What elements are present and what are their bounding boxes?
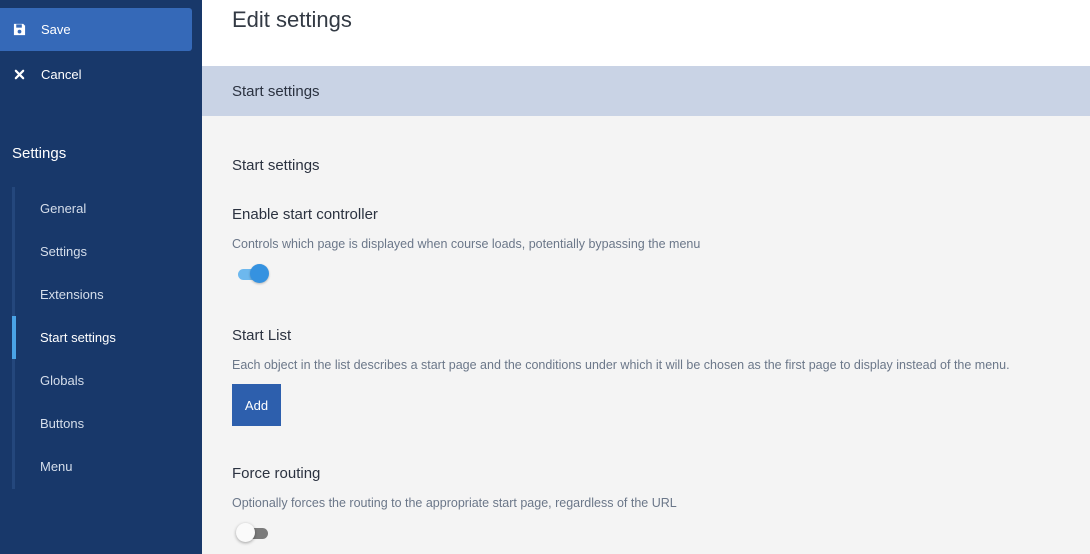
close-icon: [11, 67, 27, 83]
sidebar-item-menu[interactable]: Menu: [15, 445, 202, 488]
sidebar: Save Cancel Settings General Settings Ex…: [0, 0, 202, 554]
sidebar-item-start-settings[interactable]: Start settings: [12, 316, 202, 359]
main-content: Edit settings Start settings Start setti…: [202, 0, 1090, 554]
sidebar-item-buttons[interactable]: Buttons: [15, 402, 202, 445]
sidebar-item-general[interactable]: General: [15, 187, 202, 230]
add-start-item-button[interactable]: Add: [232, 384, 281, 426]
sidebar-item-extensions[interactable]: Extensions: [15, 273, 202, 316]
page-title: Edit settings: [232, 7, 352, 32]
sidebar-nav: General Settings Extensions Start settin…: [12, 187, 202, 489]
save-label: Save: [41, 22, 71, 37]
form-heading: Start settings: [232, 157, 320, 174]
section-title: Start settings: [232, 82, 320, 100]
floppy-disk-icon: [11, 22, 27, 38]
sidebar-item-globals[interactable]: Globals: [15, 359, 202, 402]
enable-start-description: Controls which page is displayed when co…: [232, 237, 701, 251]
cancel-button[interactable]: Cancel: [0, 53, 192, 96]
cancel-label: Cancel: [41, 67, 82, 82]
sidebar-item-settings[interactable]: Settings: [15, 230, 202, 273]
sidebar-title: Settings: [12, 145, 67, 162]
enable-start-label: Enable start controller: [232, 206, 378, 223]
section-header: Start settings: [202, 66, 1090, 116]
enable-start-toggle[interactable]: [236, 264, 269, 284]
force-routing-label: Force routing: [232, 465, 321, 482]
page-header: Edit settings: [202, 0, 1090, 66]
toggle-knob: [250, 264, 269, 283]
toggle-knob: [236, 523, 255, 542]
app: Save Cancel Settings General Settings Ex…: [0, 0, 1090, 554]
force-routing-toggle[interactable]: [236, 523, 268, 543]
start-list-description: Each object in the list describes a star…: [232, 358, 1010, 372]
start-list-label: Start List: [232, 327, 292, 344]
save-button[interactable]: Save: [0, 8, 192, 51]
force-routing-description: Optionally forces the routing to the app…: [232, 496, 677, 510]
